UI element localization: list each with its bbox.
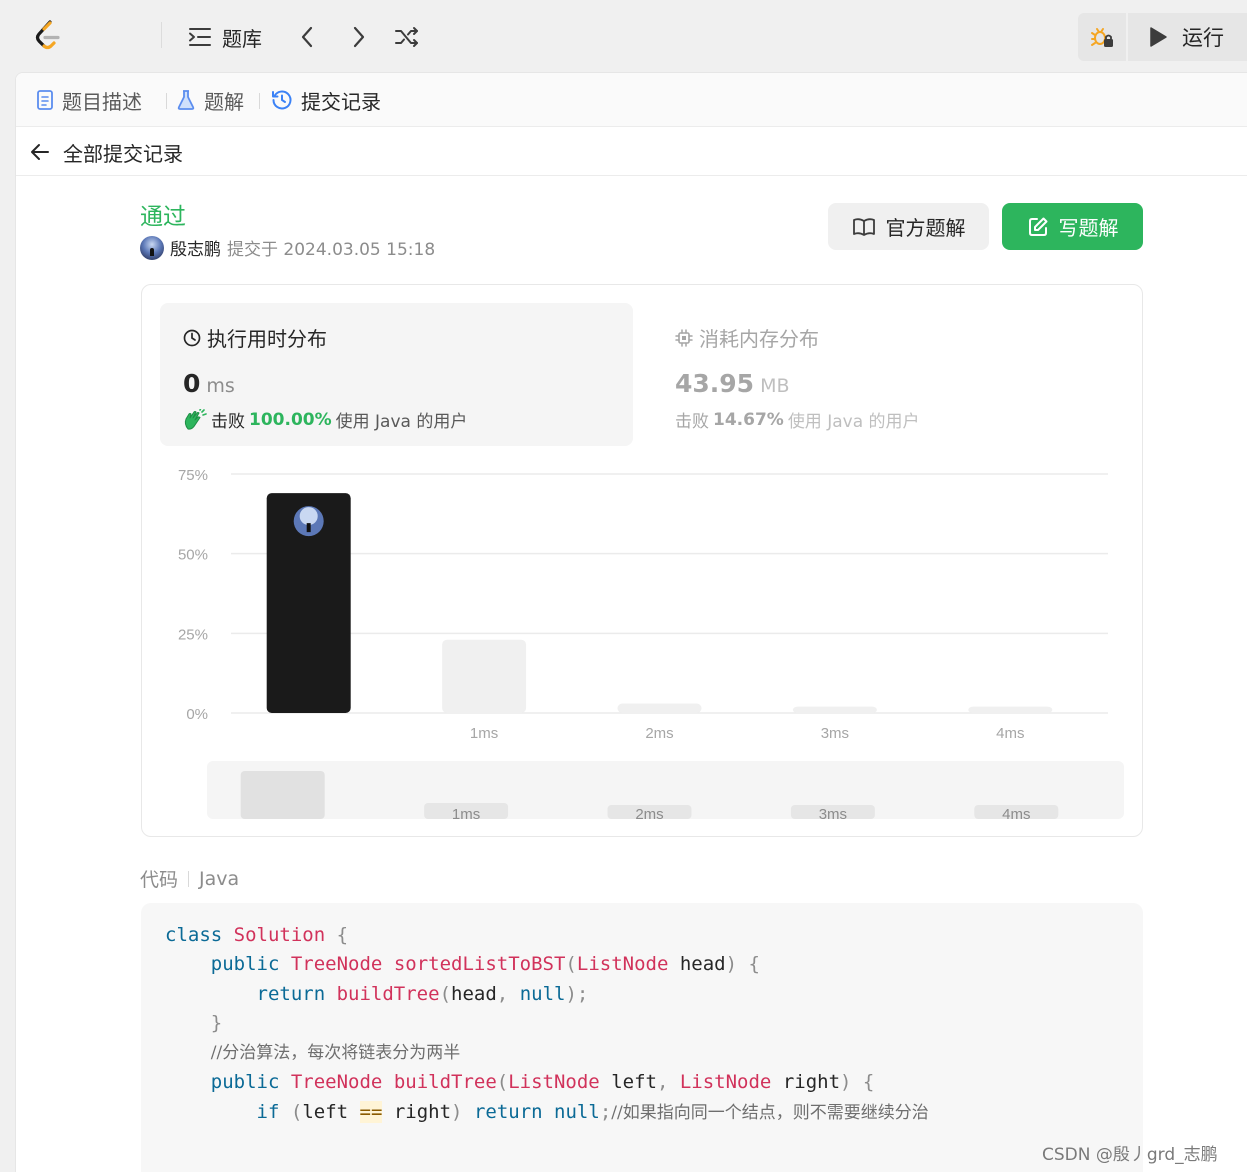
submission-status: 通过: [140, 204, 186, 230]
write-solution-button[interactable]: 写题解: [1002, 203, 1143, 250]
chart-y-tick-label: 0%: [186, 706, 208, 723]
chart-x-tick-label: 4ms: [996, 725, 1024, 742]
flask-icon: [177, 90, 195, 110]
chart-bar: [792, 706, 877, 713]
chart-bar: [442, 639, 527, 713]
leetcode-logo[interactable]: [30, 18, 66, 54]
chart-navigator-label: 1ms: [452, 806, 480, 823]
divider: [161, 22, 162, 48]
chart-navigator-label: 2ms: [635, 806, 663, 823]
tab-bar: 题目描述 题解 提交记录: [16, 73, 1247, 127]
tab-submissions-label: 提交记录: [301, 89, 381, 114]
submission-panel: 题目描述 题解 提交记录 全部提交记录 通过 殷志鹏 提交于 2024.03.0…: [15, 72, 1247, 1172]
shuffle-icon[interactable]: [394, 24, 420, 50]
code-block[interactable]: class Solution { public TreeNode sortedL…: [141, 903, 1143, 1172]
chart-y-tick-label: 50%: [178, 547, 208, 564]
run-group: 运行: [1078, 13, 1247, 61]
chart-x-tick-label: 3ms: [821, 725, 849, 742]
official-solution-button[interactable]: 官方题解: [828, 203, 989, 250]
code-language: Java: [199, 867, 240, 890]
back-bar: 全部提交记录: [16, 128, 1247, 176]
code-header: 代码 Java: [140, 865, 239, 892]
stats-card: 执行用时分布 0 ms 击败 100.00% 使用 Java 的用户 消耗内存分…: [141, 284, 1143, 837]
chevron-left-icon[interactable]: [295, 24, 321, 50]
tab-divider: [166, 93, 167, 109]
list-icon: [189, 28, 211, 46]
tab-solutions-label: 题解: [204, 89, 244, 114]
code-content: class Solution { public TreeNode sortedL…: [165, 924, 929, 1123]
code-label: 代码: [140, 869, 179, 891]
problem-list-label: 题库: [222, 26, 262, 51]
chart-bar-avatar-glow: [299, 507, 318, 526]
chart-navigator-label: 4ms: [1002, 806, 1030, 823]
all-submissions-link[interactable]: 全部提交记录: [63, 138, 183, 167]
chart-navigator-bar: [240, 771, 325, 819]
watermark: CSDN @殷丿grd_志鹏: [1042, 1145, 1218, 1165]
edit-icon: [1028, 217, 1047, 236]
play-icon: [1150, 27, 1167, 47]
history-icon: [272, 90, 292, 110]
chart-bar-avatar-figure: [306, 523, 311, 533]
book-icon: [852, 217, 875, 236]
tab-divider: [259, 93, 260, 109]
divider: [188, 870, 190, 887]
avatar[interactable]: [140, 235, 164, 260]
tab-description[interactable]: 题目描述: [36, 85, 142, 115]
chart-y-tick-label: 25%: [178, 626, 208, 643]
submitter-info: 殷志鹏 提交于 2024.03.05 15:18: [140, 235, 435, 260]
chart-navigator-label: 3ms: [819, 806, 847, 823]
chevron-right-icon[interactable]: [345, 24, 371, 50]
chart-x-tick-label: 1ms: [470, 725, 498, 742]
tab-submissions[interactable]: 提交记录: [271, 85, 381, 115]
debug-button[interactable]: [1078, 13, 1126, 61]
chart-y-tick-label: 75%: [178, 467, 208, 484]
debug-bug-icon: [1091, 28, 1113, 47]
chart-bar: [968, 706, 1053, 713]
runtime-distribution-chart: 0% 25% 50% 75% 1ms 2ms 3ms 4ms 1ms 2ms 3ms 4ms: [178, 467, 1124, 823]
top-bar: 题库 运行: [0, 0, 1247, 72]
submitter-name[interactable]: 殷志鹏: [170, 235, 221, 260]
tab-solutions[interactable]: 题解: [176, 85, 244, 115]
chart-x-tick-label: 2ms: [645, 725, 673, 742]
tab-description-label: 题目描述: [62, 89, 142, 114]
submitted-time: 提交于 2024.03.05 15:18: [227, 240, 436, 260]
arrow-left-icon[interactable]: [30, 142, 50, 162]
run-label: 运行: [1182, 26, 1224, 50]
write-solution-label: 写题解: [1058, 216, 1119, 240]
problem-list-button[interactable]: 题库: [188, 22, 262, 52]
chart-bar: [617, 703, 702, 713]
document-icon: [37, 90, 53, 110]
run-button[interactable]: 运行: [1128, 13, 1247, 61]
official-solution-label: 官方题解: [885, 216, 966, 240]
